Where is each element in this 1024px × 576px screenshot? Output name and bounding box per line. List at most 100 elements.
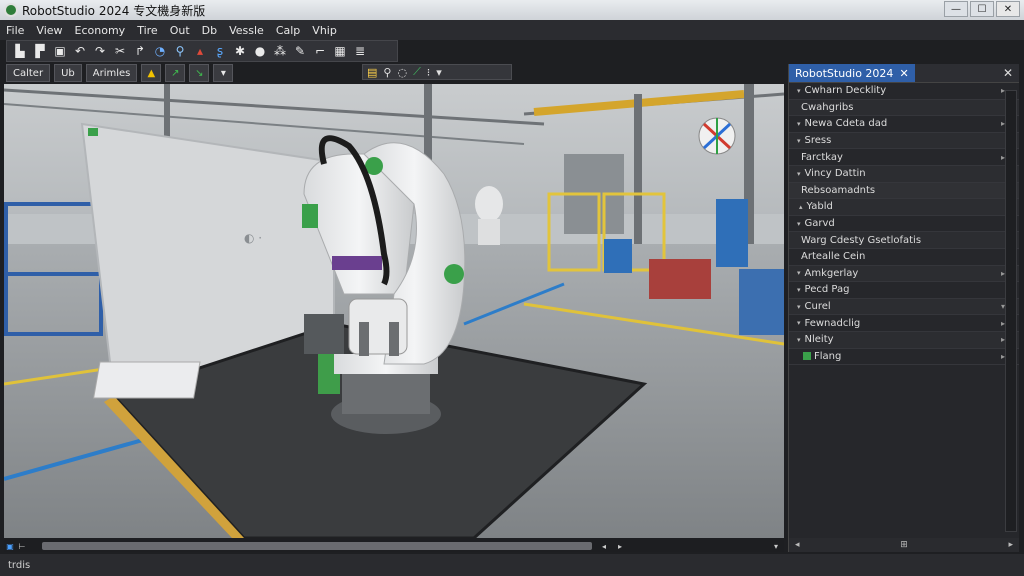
target-icon[interactable]: ● [251, 42, 269, 60]
new-icon[interactable]: ▙ [11, 42, 29, 60]
tree-item[interactable]: ▾ Garvd [789, 216, 1019, 233]
menu-file[interactable]: File [0, 24, 30, 37]
menu-out[interactable]: Out [164, 24, 196, 37]
move-icon[interactable]: ↱ [131, 42, 149, 60]
footer-left-icon[interactable]: ◂ [795, 540, 800, 550]
expand-icon[interactable]: ▾ [797, 319, 801, 327]
view-measure-icon[interactable]: ⁝ [427, 66, 431, 79]
tree-item[interactable]: Cwahgribs [789, 99, 1019, 117]
menu-tire[interactable]: Tire [131, 24, 164, 37]
robot-logo-badge [302, 204, 318, 228]
menu-vessle[interactable]: Vessle [223, 24, 270, 37]
save-icon[interactable]: ▣ [51, 42, 69, 60]
settings-icon[interactable]: ✱ [231, 42, 249, 60]
scroll-start-icon[interactable]: ⊢ [16, 541, 28, 551]
tree-item[interactable]: ▾ Newa Cdeta dad ▸ [789, 116, 1019, 133]
robot-base [342, 369, 430, 414]
panel-close-icon[interactable]: ✕ [1003, 66, 1013, 80]
expand-icon[interactable]: ▾ [797, 336, 801, 344]
tree-item-label: Nleity [804, 334, 834, 346]
undo-icon[interactable]: ↶ [71, 42, 89, 60]
network-icon[interactable]: ⁂ [271, 42, 289, 60]
status-text: trdis [8, 559, 31, 571]
rotate-icon[interactable]: ◔ [151, 42, 169, 60]
panel-scrollbar[interactable] [1005, 90, 1017, 532]
footer-right-icon[interactable]: ▸ [1008, 540, 1013, 550]
viewport-scrollbar[interactable]: ▣ ⊢ ◂ ▸ ▾ [4, 540, 784, 552]
view-layout-icon[interactable]: ▤ [367, 66, 377, 79]
expand-icon[interactable]: ▾ [797, 87, 801, 95]
expand-icon[interactable]: ▾ [797, 137, 801, 145]
3d-viewport[interactable]: ◐ · [4, 84, 784, 538]
record-icon[interactable]: ▴ [191, 42, 209, 60]
open-icon[interactable]: ▛ [31, 42, 49, 60]
maximize-button[interactable]: ☐ [970, 1, 994, 17]
tree-item[interactable]: ▾ Pecd Pag [789, 282, 1019, 299]
far-robot [475, 186, 503, 222]
properties-panel: RobotStudio 2024 ✕ ✕ ▾ Cwharn Decklity ▸ C… [788, 64, 1019, 552]
expand-icon[interactable]: ▴ [799, 203, 803, 211]
frame-icon[interactable]: ⌐ [311, 42, 329, 60]
cut-icon[interactable]: ✂ [111, 42, 129, 60]
scroll-end-icon[interactable]: ▾ [770, 541, 782, 551]
tree-item[interactable]: Warg Cdesty Gsetlofatis [789, 232, 1019, 249]
tree-item-label: Artealle Cein [801, 251, 866, 263]
tree-item[interactable]: ▾ Sress [789, 132, 1019, 150]
tree-item-label: Newa Cdeta dad [804, 118, 888, 130]
tree-item[interactable]: ▾ Vincy Dattin [789, 165, 1019, 183]
robot-gripper [359, 322, 369, 356]
expand-icon[interactable]: ▾ [797, 286, 801, 294]
view-snap-icon[interactable]: ⟋ [413, 65, 421, 79]
tree-item[interactable]: Flang ▸ [789, 349, 1019, 366]
tree-item[interactable]: Farctkay ▸ [789, 149, 1019, 166]
panel-tab-label: RobotStudio 2024 [795, 66, 894, 80]
tree-item-label: Garvd [804, 218, 835, 230]
menu-view[interactable]: View [30, 24, 68, 37]
expand-icon[interactable]: ▾ [797, 220, 801, 228]
tree-item[interactable]: Rebsoamadnts [789, 182, 1019, 200]
panel-tab-close-icon[interactable]: ✕ [899, 67, 908, 80]
scroll-right-icon[interactable]: ▸ [614, 541, 626, 551]
menu-calp[interactable]: Calp [270, 24, 306, 37]
view-home-icon[interactable]: ▣ [4, 541, 16, 551]
panel-tabbar: RobotStudio 2024 ✕ ✕ [789, 64, 1019, 83]
path-icon[interactable]: ʂ [211, 42, 229, 60]
stop-icon[interactable]: ↘ [189, 64, 210, 82]
close-button[interactable]: ✕ [996, 1, 1020, 17]
tree-item[interactable]: ▴ Yabld [789, 199, 1019, 216]
menu-economy[interactable]: Economy [69, 24, 132, 37]
scroll-thumb[interactable] [42, 542, 592, 550]
warning-icon[interactable]: ▲ [141, 64, 162, 82]
list-icon[interactable]: ≣ [351, 42, 369, 60]
view-more-icon[interactable]: ▾ [436, 66, 442, 79]
ub-button[interactable]: Ub [54, 64, 82, 82]
arimles-button[interactable]: Arimles [85, 64, 138, 82]
zoom-icon[interactable]: ⚲ [171, 42, 189, 60]
tree-item[interactable]: ▾ Fewnadclig ▸ [789, 315, 1019, 332]
dropdown-icon[interactable]: ▾ [213, 64, 234, 82]
calter-button[interactable]: Calter [6, 64, 51, 82]
tree-item[interactable]: ▾ Cwharn Decklity ▸ [789, 83, 1019, 100]
menu-db[interactable]: Db [196, 24, 223, 37]
play-icon[interactable]: ↗ [165, 64, 186, 82]
expand-icon[interactable]: ▾ [797, 303, 801, 311]
view-orbit-icon[interactable]: ◌ [397, 66, 407, 79]
grid-icon[interactable]: ▦ [331, 42, 349, 60]
view-zoom-icon[interactable]: ⚲ [383, 66, 391, 79]
tree-item-label: Flang [814, 350, 842, 362]
status-bar: trdis [0, 554, 1024, 576]
expand-icon[interactable]: ▾ [797, 120, 801, 128]
tree-item[interactable]: ▾ Amkgerlay ▸ [789, 265, 1019, 283]
expand-icon[interactable]: ▾ [797, 269, 801, 277]
tree-item[interactable]: ▾ Nleity ▸ [789, 331, 1019, 349]
expand-icon[interactable]: ▾ [797, 170, 801, 178]
redo-icon[interactable]: ↷ [91, 42, 109, 60]
scroll-left-icon[interactable]: ◂ [598, 541, 610, 551]
tool-icon[interactable]: ✎ [291, 42, 309, 60]
panel-tab-robotstudio[interactable]: RobotStudio 2024 ✕ [789, 64, 915, 82]
footer-center-icon[interactable]: ⊞ [900, 540, 908, 550]
menu-vhip[interactable]: Vhip [306, 24, 343, 37]
tree-item[interactable]: Artealle Cein [789, 249, 1019, 266]
tree-item[interactable]: ▾ Curel ▾ [789, 298, 1019, 316]
minimize-button[interactable]: — [944, 1, 968, 17]
